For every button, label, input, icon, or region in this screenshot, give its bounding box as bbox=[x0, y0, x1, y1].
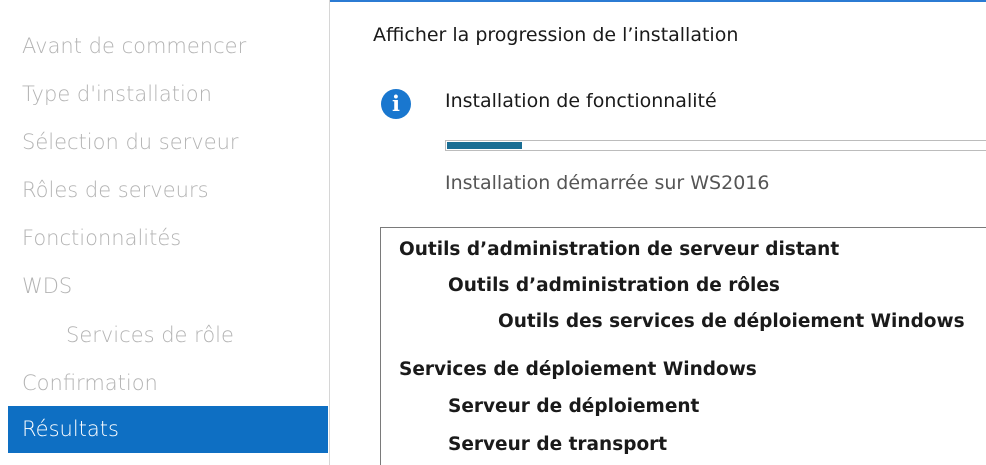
wizard-sidebar: Avant de commencer Type d'installation S… bbox=[0, 0, 330, 465]
list-item: Outils des services de déploiement Windo… bbox=[498, 311, 965, 332]
info-icon: i bbox=[381, 89, 411, 119]
sidebar-item-services-de-role[interactable]: Services de rôle bbox=[8, 312, 328, 359]
sidebar-item-fonctionnalites[interactable]: Fonctionnalités bbox=[8, 215, 328, 262]
sidebar-item-resultats[interactable]: Résultats bbox=[8, 406, 328, 453]
status-subtitle: Installation démarrée sur WS2016 bbox=[445, 172, 770, 194]
list-item: Outils d’administration de serveur dista… bbox=[399, 239, 840, 260]
main-panel: Afficher la progression de l’installatio… bbox=[331, 0, 986, 465]
sidebar-item-confirmation[interactable]: Confirmation bbox=[8, 360, 328, 407]
list-item: Outils d’administration de rôles bbox=[448, 275, 780, 296]
progress-bar bbox=[445, 140, 986, 151]
sidebar-item-roles-serveurs[interactable]: Rôles de serveurs bbox=[8, 167, 328, 214]
list-item: Services de déploiement Windows bbox=[399, 359, 757, 380]
progress-bar-fill bbox=[447, 142, 523, 149]
status-title: Installation de fonctionnalité bbox=[445, 90, 717, 112]
results-list: Outils d’administration de serveur dista… bbox=[380, 227, 986, 465]
list-item: Serveur de déploiement bbox=[448, 396, 700, 417]
list-item: Serveur de transport bbox=[448, 434, 668, 455]
sidebar-item-type-installation[interactable]: Type d'installation bbox=[8, 71, 328, 118]
sidebar-item-selection-serveur[interactable]: Sélection du serveur bbox=[8, 119, 328, 166]
page-title: Afficher la progression de l’installatio… bbox=[373, 24, 739, 46]
sidebar-item-wds[interactable]: WDS bbox=[8, 263, 328, 310]
sidebar-item-avant-de-commencer[interactable]: Avant de commencer bbox=[8, 23, 328, 70]
